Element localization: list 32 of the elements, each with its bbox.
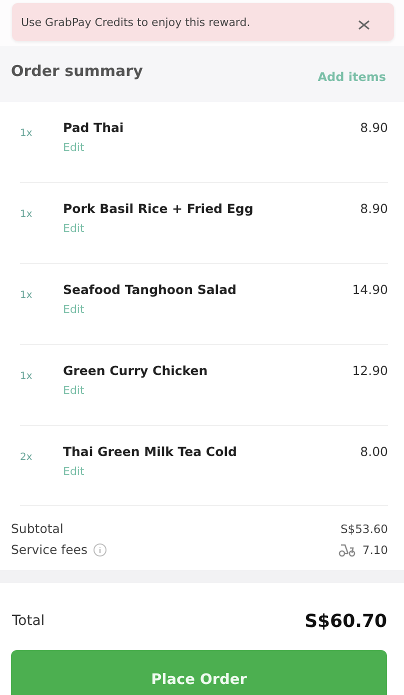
- place-order-button[interactable]: Place Order: [11, 650, 387, 695]
- total-value: S$60.70: [304, 610, 387, 632]
- item-price: 14.90: [352, 282, 388, 299]
- fee-label: Subtotal: [11, 521, 64, 536]
- section-title: Order summary: [11, 62, 143, 80]
- edit-link[interactable]: Edit: [63, 384, 84, 397]
- total-label: Total: [12, 613, 45, 629]
- fee-label: Service fees: [11, 542, 88, 557]
- item-name: Green Curry Chicken: [63, 363, 208, 378]
- item-price: 12.90: [352, 363, 388, 380]
- edit-link[interactable]: Edit: [63, 465, 84, 478]
- item-name: Seafood Tanghoon Salad: [63, 282, 236, 297]
- item-name: Thai Green Milk Tea Cold: [63, 444, 237, 459]
- item-quantity: 1x: [20, 370, 34, 384]
- item-price: 8.90: [360, 201, 388, 218]
- item-quantity: 1x: [20, 289, 34, 303]
- item-name: Pork Basil Rice + Fried Egg: [63, 201, 254, 216]
- fee-value: 7.10: [362, 542, 388, 556]
- item-quantity: 1x: [20, 127, 34, 141]
- toast-message: Use GrabPay Credits to enjoy this reward.: [21, 16, 250, 28]
- edit-link[interactable]: Edit: [63, 141, 84, 154]
- item-name: Pad Thai: [63, 120, 124, 135]
- close-icon[interactable]: [356, 20, 372, 30]
- item-quantity: 1x: [20, 208, 34, 222]
- edit-link[interactable]: Edit: [63, 222, 84, 235]
- edit-link[interactable]: Edit: [63, 303, 84, 316]
- fee-value: S$53.60: [340, 522, 388, 536]
- add-items-link[interactable]: Add items: [318, 70, 386, 84]
- item-quantity: 2x: [20, 451, 34, 465]
- scooter-icon: [338, 542, 356, 556]
- item-price: 8.00: [360, 444, 388, 461]
- item-price: 8.90: [360, 120, 388, 137]
